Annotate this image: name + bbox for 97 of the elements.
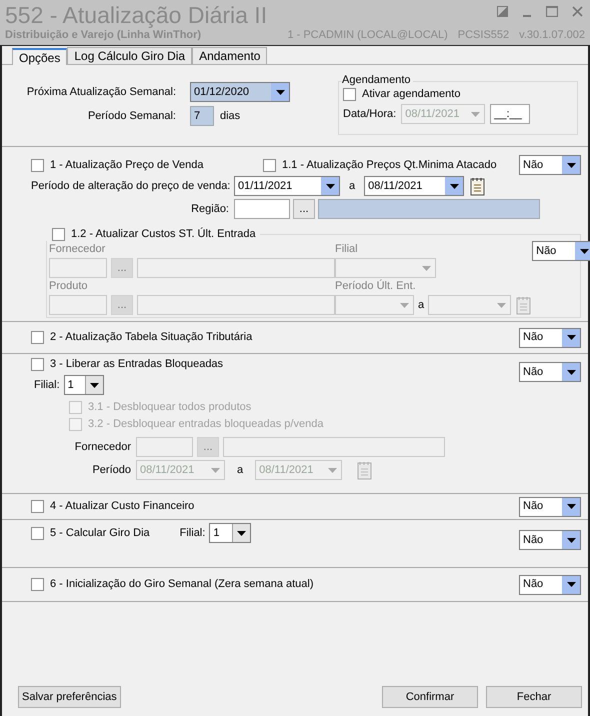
option-dropdown[interactable]: Não bbox=[519, 496, 581, 516]
checkbox-label: 6 - Inicialização do Giro Semanal (Zera semana atual) bbox=[50, 578, 314, 591]
region-name-field[interactable] bbox=[318, 199, 540, 219]
period-field[interactable]: 7 bbox=[190, 106, 214, 126]
checkbox[interactable] bbox=[31, 578, 44, 591]
input-field[interactable] bbox=[137, 258, 335, 278]
checkbox[interactable] bbox=[52, 228, 65, 241]
save-preferences-button[interactable]: Salvar preferências bbox=[18, 686, 121, 708]
checkbox-label: 3.2 - Desbloquear entradas bloqueadas p/venda bbox=[88, 418, 324, 431]
field-label: a bbox=[348, 180, 356, 192]
dropdown-arrow-icon bbox=[580, 248, 589, 254]
region-code-field[interactable] bbox=[234, 199, 290, 219]
tab[interactable]: Opções bbox=[12, 48, 68, 65]
option-dropdown[interactable]: Não bbox=[519, 574, 581, 594]
field-label: Filial bbox=[335, 243, 359, 256]
option-dropdown[interactable]: Não bbox=[519, 328, 581, 348]
tab[interactable]: Andamento bbox=[192, 47, 268, 64]
field-label: Próxima Atualização Semanal: bbox=[26, 86, 177, 98]
date-dropdown[interactable]: 01/11/2021 bbox=[234, 176, 340, 196]
input-field[interactable] bbox=[137, 295, 335, 315]
field-label: Filial: bbox=[34, 378, 60, 392]
checkbox[interactable] bbox=[31, 358, 44, 371]
field-label: Fornecedor bbox=[49, 243, 106, 256]
field-label: Período de alteração do preço de venda: bbox=[31, 180, 229, 192]
field-label: Período Últ. Ent. bbox=[335, 280, 417, 293]
close-icon[interactable] bbox=[572, 6, 583, 17]
lookup-button[interactable]: ... bbox=[293, 199, 315, 219]
checkbox-label: 2 - Atualização Tabela Situação Tributária bbox=[50, 331, 252, 344]
checkbox-label: 1.1 - Atualização Preços Qt.Minima Atacado bbox=[282, 158, 497, 172]
checkbox-label: 3 - Liberar as Entradas Bloqueadas bbox=[50, 358, 224, 371]
calendar-icon[interactable] bbox=[469, 176, 486, 196]
dropdown-arrow-icon bbox=[90, 382, 99, 388]
checkbox-label: 3.1 - Desbloquear todos produtos bbox=[88, 401, 252, 414]
dropdown-arrow-icon bbox=[276, 90, 284, 94]
input-field[interactable] bbox=[49, 258, 107, 278]
dropdown[interactable] bbox=[428, 295, 512, 315]
field-label: dias bbox=[220, 110, 240, 122]
checkbox-label: 5 - Calcular Giro Dia bbox=[50, 527, 150, 540]
field-label: Fornecedor bbox=[74, 440, 131, 454]
dropdown-arrow-icon bbox=[496, 302, 506, 308]
close-button[interactable]: Fechar bbox=[486, 686, 582, 708]
checkbox-label: 1 - Atualização Preço de Venda bbox=[50, 158, 204, 172]
window-title: 552 - Atualização Diária II bbox=[5, 2, 268, 28]
option-dropdown[interactable]: Não bbox=[519, 362, 581, 382]
checkbox[interactable] bbox=[263, 158, 276, 172]
maximize-icon[interactable] bbox=[546, 6, 558, 17]
dropdown[interactable] bbox=[335, 258, 436, 278]
checkbox[interactable] bbox=[31, 527, 44, 540]
dropdown-arrow-icon bbox=[566, 582, 576, 587]
option-dropdown[interactable]: Não bbox=[519, 155, 581, 175]
field-label: Produto bbox=[49, 280, 89, 293]
dropdown-arrow-icon bbox=[566, 370, 576, 374]
dropdown-arrow-icon bbox=[470, 112, 480, 116]
option-dropdown[interactable]: Não bbox=[519, 530, 581, 550]
tab[interactable]: Log Cálculo Giro Dia bbox=[67, 47, 192, 64]
time-field[interactable]: __:__ bbox=[490, 104, 530, 124]
checkbox-label: 4 - Atualizar Custo Financeiro bbox=[50, 500, 194, 513]
dropdown-arrow-icon bbox=[450, 184, 459, 188]
field-label: Data/Hora: bbox=[343, 108, 396, 120]
option-dropdown[interactable]: Não bbox=[532, 241, 590, 261]
field-label: Período bbox=[91, 464, 131, 476]
dropdown-arrow-icon bbox=[210, 468, 220, 472]
field-label: Região: bbox=[190, 202, 229, 216]
user-info: 1 - PCADMIN (LOCAL@LOCAL) bbox=[287, 28, 448, 42]
field-label: a bbox=[418, 298, 424, 312]
dropdown-arrow-icon bbox=[566, 162, 576, 168]
field-label: Período Semanal: bbox=[86, 110, 177, 122]
dropdown-arrow-icon bbox=[566, 335, 576, 340]
checkbox[interactable] bbox=[31, 500, 44, 513]
program-code: PCSIS552 bbox=[458, 28, 510, 42]
dropdown-arrow-icon bbox=[400, 302, 408, 308]
input-field[interactable] bbox=[223, 437, 445, 457]
dropdown-arrow-icon bbox=[566, 538, 576, 542]
field-label: Filial: bbox=[180, 526, 206, 540]
dropdown-arrow-icon bbox=[566, 504, 576, 509]
confirm-button[interactable]: Confirmar bbox=[382, 686, 478, 708]
checkbox-label: Ativar agendamento bbox=[362, 88, 460, 101]
checkbox[interactable] bbox=[31, 331, 44, 344]
restore-icon[interactable] bbox=[497, 6, 508, 17]
dropdown-arrow-icon bbox=[422, 266, 430, 270]
checkbox[interactable] bbox=[31, 158, 44, 172]
field-label: a bbox=[236, 464, 244, 476]
version-info: v.30.1.07.002 bbox=[519, 28, 585, 42]
dropdown-arrow-icon bbox=[326, 184, 334, 188]
branch-dropdown[interactable]: 1 bbox=[64, 375, 104, 395]
branch-dropdown[interactable]: 1 bbox=[209, 523, 252, 543]
date-dropdown[interactable]: 08/11/2021 bbox=[364, 176, 464, 196]
date-dropdown[interactable]: 01/12/2020 bbox=[190, 82, 290, 102]
dropdown[interactable] bbox=[335, 295, 414, 315]
dropdown-arrow-icon bbox=[237, 530, 246, 536]
field-label: Agendamento bbox=[342, 74, 412, 87]
dropdown-arrow-icon bbox=[328, 468, 337, 472]
checkbox-label: 1.2 - Atualizar Custos ST. Últ. Entrada bbox=[71, 228, 256, 241]
input-field[interactable] bbox=[49, 295, 107, 315]
input-field[interactable] bbox=[136, 437, 193, 457]
window-subtitle: Distribuição e Varejo (Linha WinThor) bbox=[5, 28, 202, 42]
checkbox[interactable] bbox=[343, 88, 356, 101]
